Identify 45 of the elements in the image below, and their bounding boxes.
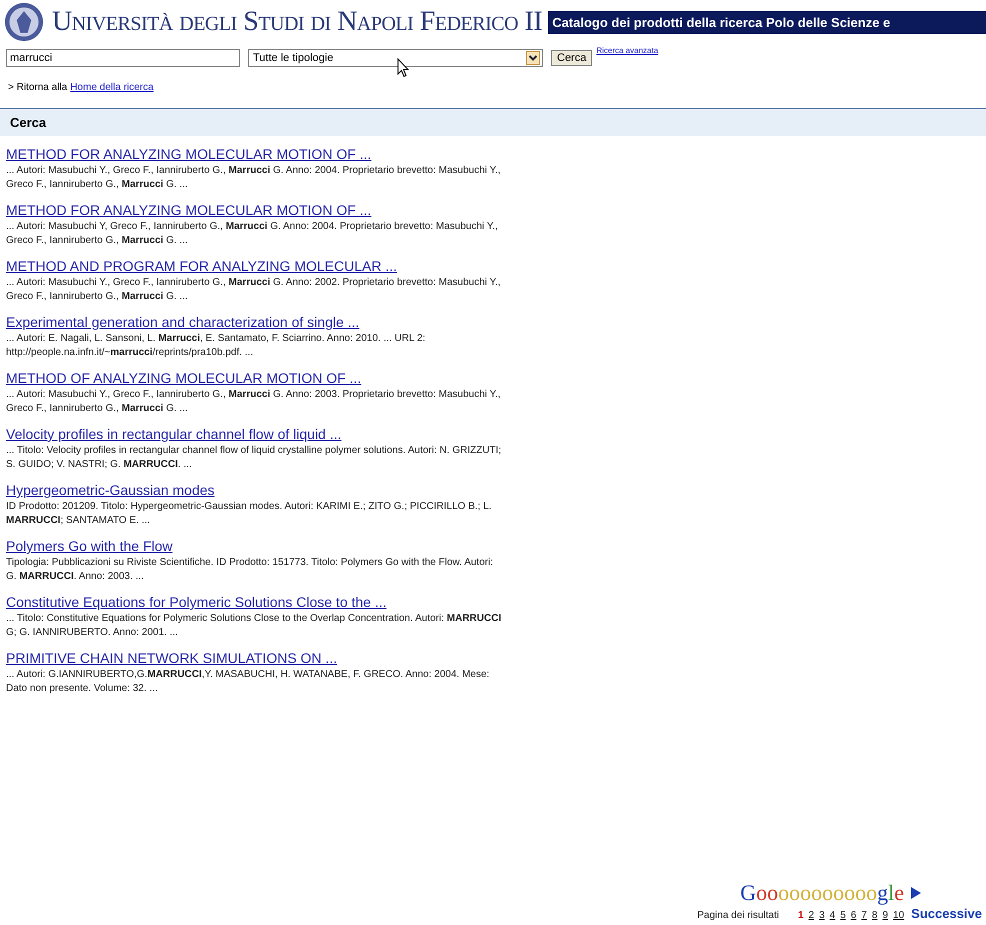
- mouse-pointer-icon: [397, 58, 409, 78]
- result-snippet: ... Autori: Masubuchi Y, Greco F., Ianniruberto G., Marrucci G. Anno: 2004. Proprietario brevetto: Masubuchi Y., Greco F., Ianniruberto G., Marrucci G. ...: [6, 220, 499, 248]
- type-dropdown[interactable]: Tutte le tipologie: [248, 49, 543, 67]
- result-snippet: ID Prodotto: 201209. Titolo: Hypergeometric-Gaussian modes. Autori: KARIMI E.; ZITO G.; PICCIRILLO B.; L. MARRUCCI; SANTAMATO E. ...: [6, 500, 493, 528]
- search-field[interactable]: marrucci: [6, 49, 240, 67]
- page-link[interactable]: 5: [840, 910, 846, 921]
- result-title-link[interactable]: METHOD OF ANALYZING MOLECULAR MOTION OF ...: [6, 370, 362, 386]
- breadcrumb-text: > Ritorna alla: [8, 82, 68, 93]
- page-link[interactable]: 6: [850, 910, 856, 921]
- catalog-banner: Catalogo dei prodotti della ricerca Polo delle Scienze e: [548, 10, 986, 34]
- next-arrow-icon[interactable]: [910, 886, 922, 900]
- result-title-link[interactable]: METHOD AND PROGRAM FOR ANALYZING MOLECULAR ...: [6, 258, 398, 274]
- section-header: Cerca: [0, 108, 986, 136]
- page-link[interactable]: 7: [861, 910, 867, 921]
- page-link[interactable]: 8: [872, 910, 878, 921]
- crest-icon: [4, 2, 44, 42]
- result-title-link[interactable]: Constitutive Equations for Polymeric Solutions Close to the ...: [6, 594, 387, 610]
- result-title-link[interactable]: Polymers Go with the Flow: [6, 538, 172, 554]
- result-snippet: ... Autori: Masubuchi Y., Greco F., Ianniruberto G., Marrucci G. Anno: 2003. Proprietario brevetto: Masubuchi Y., Greco F., Ianniruberto G., Marrucci G. ...: [6, 388, 502, 416]
- home-link[interactable]: Home della ricerca: [70, 82, 154, 93]
- page-link[interactable]: 3: [819, 910, 825, 921]
- result-title-link[interactable]: METHOD FOR ANALYZING MOLECULAR MOTION OF ...: [6, 146, 372, 162]
- result-title-link[interactable]: METHOD FOR ANALYZING MOLECULAR MOTION OF ...: [6, 202, 372, 218]
- result-title-link[interactable]: Experimental generation and characterization of single ...: [6, 314, 360, 330]
- result-snippet: ... Autori: G.IANNIRUBERTO,G.MARRUCCI,Y. MASABUCHI, H. WATANABE, F. GRECO. Anno: 2004. Mese: Dato non presente. Volume: 32. ...: [6, 668, 490, 696]
- university-name: Università degli Studi di Napoli Federico II: [52, 6, 542, 38]
- search-button[interactable]: Cerca: [551, 50, 592, 66]
- result-snippet: ... Titolo: Constitutive Equations for Polymeric Solutions Close to the Overlap Concentration. Autori: MARRUCCI G; G. IANNIRUBERTO. Anno: 2001. ...: [6, 612, 502, 640]
- page-link[interactable]: 4: [830, 910, 836, 921]
- paging-logo: Gooooooooooogle: [740, 880, 922, 906]
- result-snippet: Tipologia: Pubblicazioni su Riviste Scientifiche. ID Prodotto: 151773. Titolo: Polymers Go with the Flow. Autori: G. MARRUCCI. Anno: 2003. ...: [6, 556, 494, 584]
- pagination-label: Pagina dei risultati: [697, 910, 779, 921]
- page-link[interactable]: 10: [893, 910, 904, 921]
- page-link[interactable]: 1: [798, 910, 804, 921]
- result-snippet: ... Autori: E. Nagali, L. Sansoni, L. Marrucci, E. Santamato, F. Sciarrino. Anno: 2010. ... URL 2: http://people.na.infn.it/~marrucci/reprints/pra10b.pdf. ...: [6, 332, 426, 360]
- next-page-link[interactable]: Successive: [911, 906, 982, 921]
- result-title-link[interactable]: Velocity profiles in rectangular channel flow of liquid ...: [6, 426, 342, 442]
- page-link[interactable]: 9: [882, 910, 888, 921]
- advanced-search-link[interactable]: Ricerca avanzata: [596, 46, 658, 55]
- result-snippet: ... Autori: Masubuchi Y., Greco F., Ianniruberto G., Marrucci G. Anno: 2002. Proprietario brevetto: Masubuchi Y., Greco F., Ianniruberto G., Marrucci G. ...: [6, 276, 502, 304]
- result-snippet: ... Titolo: Velocity profiles in rectangular channel flow of liquid crystalline polymer solutions. Autori: N. GRIZZUTI; S. GUIDO; V. NASTRI; G. MARRUCCI. ...: [6, 444, 502, 472]
- page-link[interactable]: 2: [808, 910, 814, 921]
- result-snippet: ... Autori: Masubuchi Y., Greco F., Ianniruberto G., Marrucci G. Anno: 2004. Proprietario brevetto: Masubuchi Y., Greco F., Ianniruberto G., Marrucci G. ...: [6, 164, 502, 192]
- result-title-link[interactable]: PRIMITIVE CHAIN NETWORK SIMULATIONS ON ...: [6, 650, 338, 666]
- result-title-link[interactable]: Hypergeometric-Gaussian modes: [6, 482, 215, 498]
